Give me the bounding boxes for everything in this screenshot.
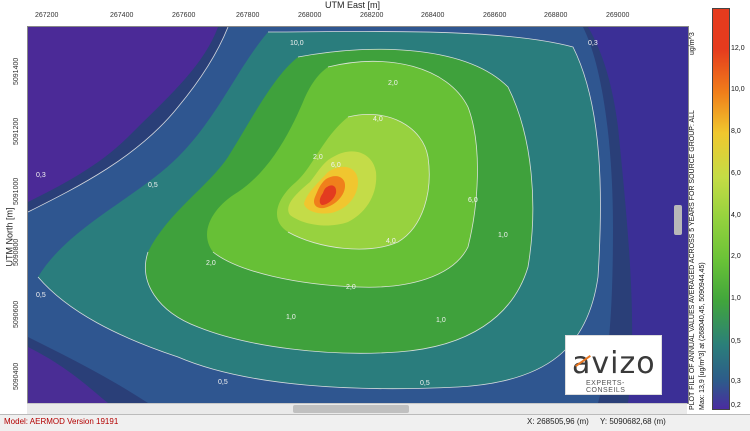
contour-label: 0,5	[420, 380, 430, 387]
colorbar-tick: 10,0	[731, 86, 745, 93]
y-tick: 5090600	[13, 300, 20, 328]
contour-label: 1,0	[498, 232, 508, 239]
legend-plot-title: PLOT FILE OF ANNUAL VALUES AVERAGED ACRO…	[689, 110, 696, 410]
contour-label: 0,5	[218, 379, 228, 386]
colorbar-tick: 0,3	[731, 378, 741, 385]
aermod-plot-window: UTM East [m] UTM North [m] 267200 267400…	[0, 0, 750, 431]
x-tick: 269000	[606, 12, 630, 19]
colorbar-tick: 0,5	[731, 338, 741, 345]
colorbar-tick: 6,0	[731, 170, 741, 177]
colorbar-tick: 1,0	[731, 295, 741, 302]
contour-label: 2,0	[388, 80, 398, 87]
colorbar-tick: 8,0	[731, 128, 741, 135]
legend-unit: ug/m^3	[689, 32, 696, 55]
contour-label: 0,3	[36, 172, 46, 179]
contour-label: 1,0	[286, 314, 296, 321]
vertical-scroll-thumb[interactable]	[674, 205, 682, 235]
logo-subtitle: EXPERTS-CONSEILS	[586, 380, 626, 394]
contour-label: 10,0	[290, 40, 304, 47]
contour-label: 6,0	[468, 197, 478, 204]
contour-label: 2,0	[206, 260, 216, 267]
x-tick: 268600	[483, 12, 507, 19]
x-tick: 268400	[421, 12, 445, 19]
x-tick: 268800	[544, 12, 568, 19]
x-tick: 267400	[110, 12, 134, 19]
x-tick: 267200	[35, 12, 59, 19]
contour-label: 6,0	[331, 162, 341, 169]
x-tick: 268200	[360, 12, 384, 19]
y-tick: 5091200	[13, 117, 20, 145]
legend-max-line: Max: 13,9 [ug/m^3] at (268040,45, 509094…	[699, 262, 706, 410]
y-tick: 5091400	[13, 57, 20, 85]
contour-label: 2,0	[313, 154, 323, 161]
y-tick: 5090800	[13, 238, 20, 266]
y-tick: 5091000	[13, 177, 20, 205]
contour-label: 4,0	[373, 116, 383, 123]
x-axis-title: UTM East [m]	[325, 0, 381, 10]
y-tick: 5090400	[13, 362, 20, 390]
colorbar-tick: 12,0	[731, 45, 745, 52]
horizontal-scroll-thumb[interactable]	[293, 405, 409, 413]
x-tick: 267600	[172, 12, 196, 19]
contour-label: 1,0	[436, 317, 446, 324]
x-tick: 268000	[298, 12, 322, 19]
contour-label: 2,0	[346, 284, 356, 291]
x-coordinate-readout: X: 268505,96 (m)	[527, 417, 589, 426]
contour-label: 0,5	[36, 292, 46, 299]
legend-titles: PLOT FILE OF ANNUAL VALUES AVERAGED ACRO…	[685, 20, 715, 412]
colorbar-tick: 0,2	[731, 402, 741, 409]
contour-label: 0,5	[148, 182, 158, 189]
contour-label: 4,0	[386, 238, 396, 245]
contour-label: 0,3	[588, 40, 598, 47]
y-coordinate-readout: Y: 5090682,68 (m)	[600, 417, 666, 426]
colorbar	[712, 8, 730, 410]
x-tick: 267800	[236, 12, 260, 19]
avizo-logo: avizo EXPERTS-CONSEILS	[565, 335, 662, 395]
logo-wordmark: avizo	[572, 346, 656, 381]
status-bar: Model: AERMOD Version 19191 X: 268505,96…	[0, 414, 750, 431]
model-version-label: Model: AERMOD Version 19191	[4, 417, 119, 426]
colorbar-tick: 2,0	[731, 253, 741, 260]
colorbar-tick: 4,0	[731, 212, 741, 219]
